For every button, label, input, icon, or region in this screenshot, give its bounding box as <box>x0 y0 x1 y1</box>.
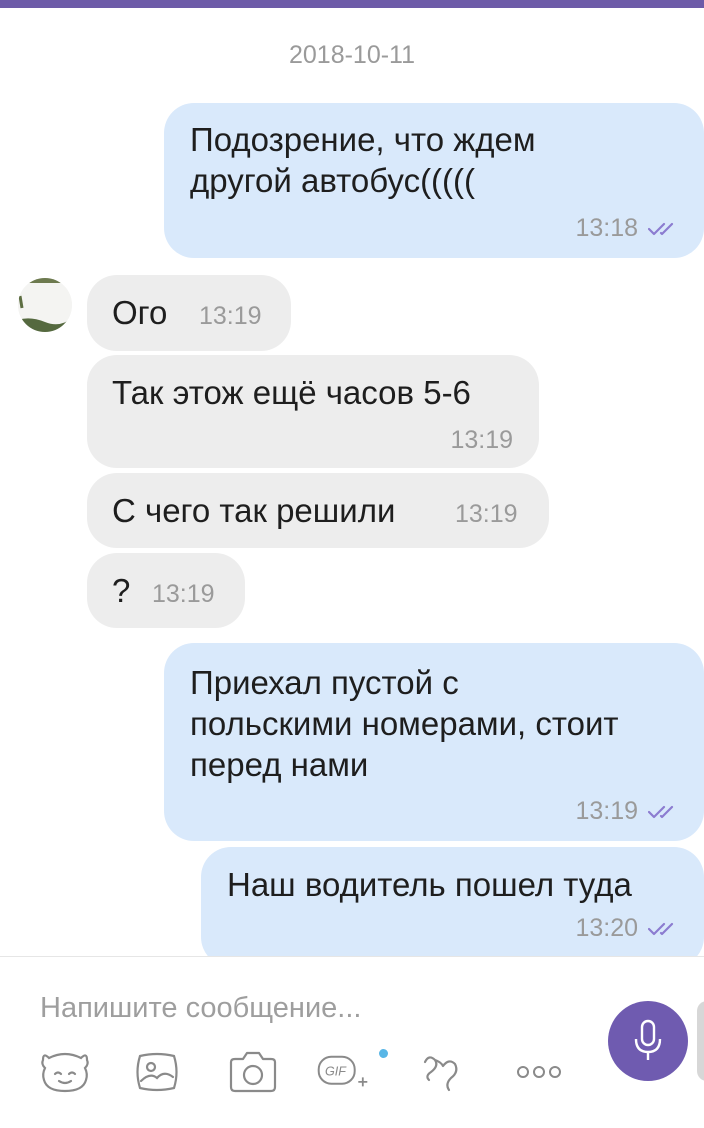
message-time: 13:19 <box>199 302 262 330</box>
message-bubble-incoming[interactable]: С чего так решили 13:19 <box>87 473 549 548</box>
message-time: 13:19 <box>152 580 215 608</box>
doodle-icon <box>423 1056 458 1092</box>
message-input[interactable] <box>38 987 562 1029</box>
top-accent-bar <box>0 0 704 8</box>
chat-area[interactable]: 2018-10-11 Подозрение, что ждем другой а… <box>0 8 704 956</box>
read-ticks-icon <box>648 923 674 936</box>
more-icon <box>517 1066 561 1078</box>
new-indicator-dot <box>379 1049 388 1058</box>
message-time: 13:19 <box>450 426 513 454</box>
message-bubble-incoming[interactable]: Так этож ещё часов 5-6 13:19 <box>87 355 539 468</box>
next-button-edge[interactable] <box>697 1001 704 1081</box>
message-time: 13:20 <box>575 914 638 942</box>
message-meta: 13:19 <box>575 797 678 825</box>
message-meta: 13:20 <box>575 914 678 942</box>
message-time: 13:18 <box>575 214 638 242</box>
svg-text:GIF: GIF <box>325 1065 347 1079</box>
message-text: Ого <box>112 294 168 331</box>
message-bubble-incoming[interactable]: ? 13:19 <box>87 553 245 628</box>
gif-icon: GIF <box>317 1055 368 1087</box>
message-composer: GIF <box>0 956 704 1128</box>
message-bubble-outgoing[interactable]: Приехал пустой с польскими номерами, сто… <box>164 643 704 841</box>
message-time: 13:19 <box>575 797 638 825</box>
message-bubble-outgoing[interactable]: Наш водитель пошел туда 13:20 <box>201 847 704 956</box>
message-bubble-incoming[interactable]: Ого 13:19 <box>87 275 291 351</box>
message-text: Так этож ещё часов 5-6 <box>112 374 471 411</box>
message-text: Приехал пустой с польскими номерами, сто… <box>190 664 619 783</box>
date-separator: 2018-10-11 <box>288 41 416 69</box>
gif-button[interactable]: GIF <box>316 1049 370 1095</box>
camera-button[interactable] <box>226 1049 280 1095</box>
doodle-button[interactable] <box>418 1049 472 1095</box>
camera-icon <box>229 1051 277 1093</box>
message-text: ? <box>112 572 131 609</box>
read-ticks-icon <box>648 806 674 819</box>
gallery-icon <box>136 1052 178 1092</box>
sticker-icon <box>41 1052 89 1093</box>
message-bubble-outgoing[interactable]: Подозрение, что ждем другой автобус(((((… <box>164 103 704 258</box>
gallery-button[interactable] <box>130 1049 184 1095</box>
message-time: 13:19 <box>455 500 518 528</box>
sticker-button[interactable] <box>38 1049 92 1095</box>
message-meta: 13:18 <box>575 214 678 242</box>
avatar-image <box>18 278 72 332</box>
message-text: Наш водитель пошел туда <box>227 866 632 903</box>
read-ticks-icon <box>648 223 674 236</box>
message-text: С чего так решили <box>112 492 396 529</box>
microphone-icon <box>634 1019 662 1060</box>
contact-avatar[interactable] <box>18 278 72 332</box>
voice-record-button[interactable] <box>608 1001 688 1081</box>
more-options-button[interactable] <box>512 1049 566 1095</box>
message-text: Подозрение, что ждем другой автобус((((( <box>190 121 536 199</box>
